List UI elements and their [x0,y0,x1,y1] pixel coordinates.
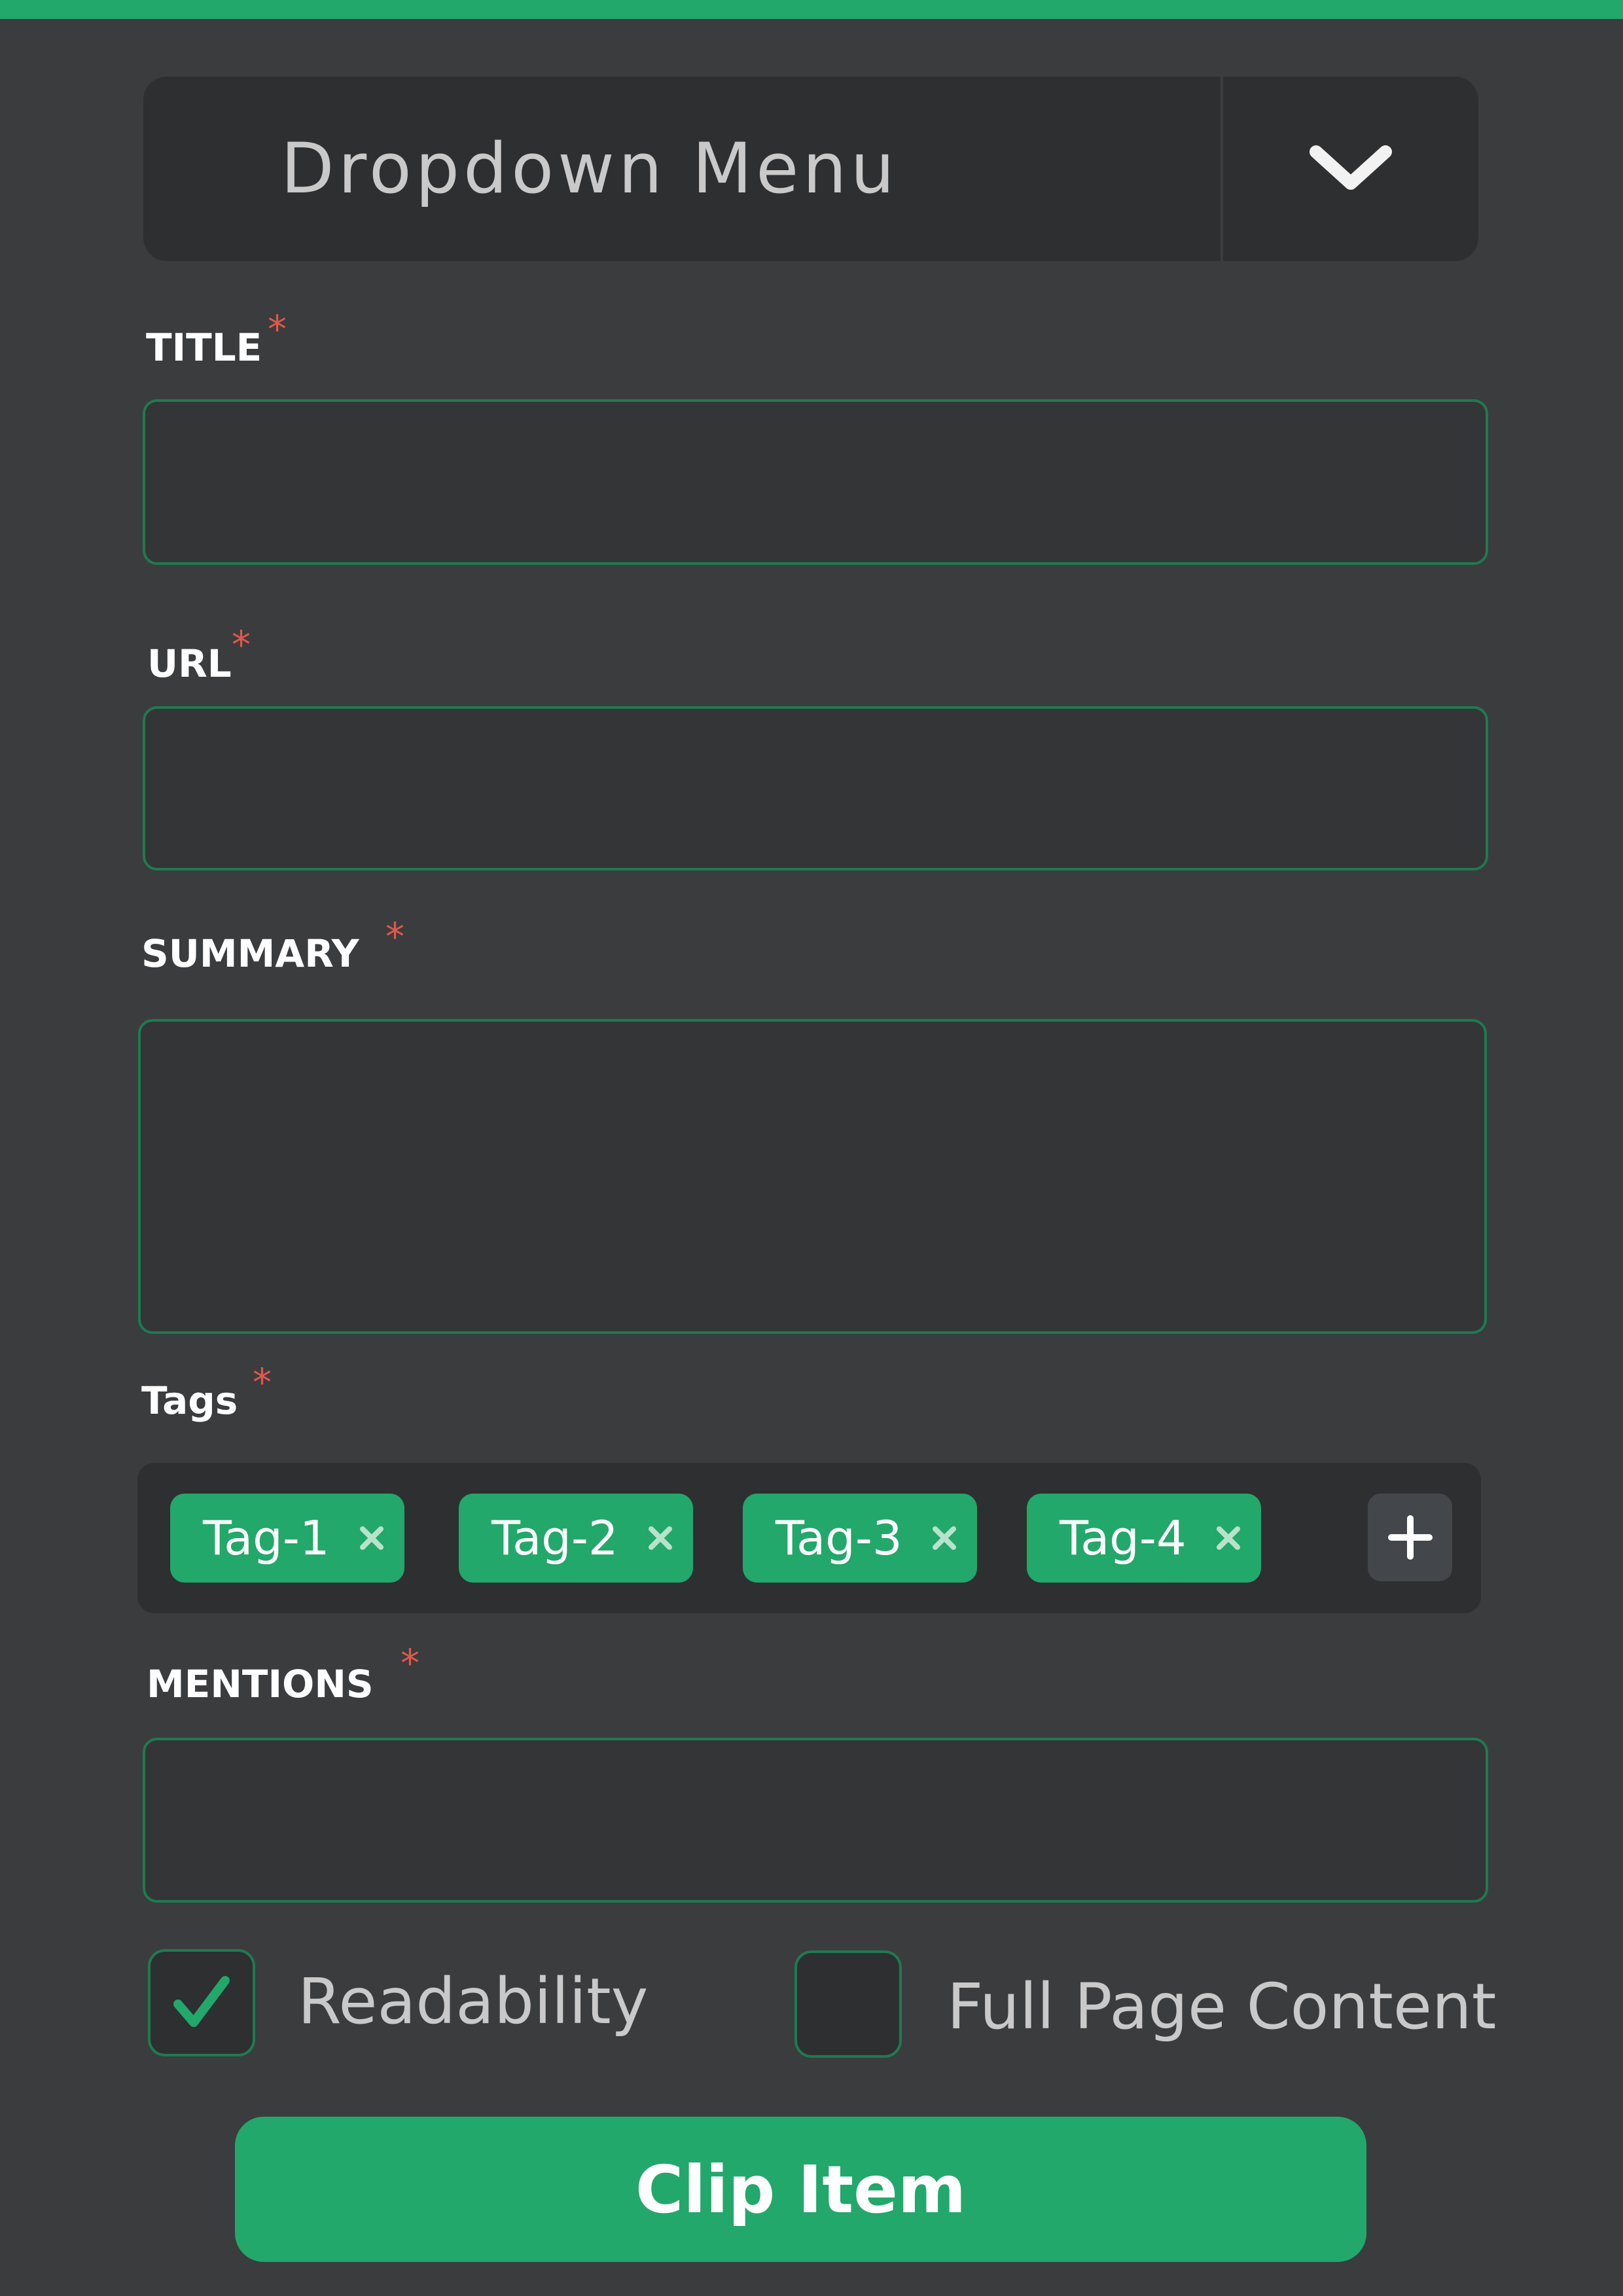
close-icon[interactable] [1214,1524,1243,1552]
summary-label: SUMMARY [141,931,359,976]
tags-required-mark: * [253,1360,272,1405]
tag-chip-4[interactable]: Tag-4 [1027,1494,1261,1583]
url-label: URL [147,641,232,686]
chevron-down-icon [1310,145,1392,190]
tag-label: Tag-2 [491,1511,618,1566]
clip-item-button[interactable]: Clip Item [235,2117,1366,2262]
tag-chip-1[interactable]: Tag-1 [170,1494,404,1583]
dropdown-menu[interactable]: Dropdown Menu [143,77,1478,261]
url-required-mark: * [232,622,251,667]
full-page-content-label[interactable]: Full Page Content [947,1975,1496,2038]
tags-label: Tags [141,1378,238,1423]
clipper-panel: Dropdown Menu TITLE * URL * SUMMARY * Ta… [0,0,1623,2296]
mentions-label: MENTIONS [147,1662,374,1706]
readability-label[interactable]: Readability [298,1970,648,2033]
title-required-mark: * [268,307,287,351]
tag-chip-2[interactable]: Tag-2 [459,1494,693,1583]
mentions-input[interactable] [143,1738,1488,1903]
tag-label: Tag-3 [776,1511,902,1566]
close-icon[interactable] [646,1524,675,1552]
tag-label: Tag-4 [1060,1511,1186,1566]
summary-textarea[interactable] [138,1019,1487,1334]
close-icon[interactable] [930,1524,959,1552]
full-page-content-checkbox[interactable] [794,1950,902,2058]
add-tag-button[interactable] [1368,1494,1452,1581]
accent-bar [0,0,1623,19]
dropdown-toggle-button[interactable] [1223,77,1478,261]
checkmark-icon [173,1976,230,2027]
mentions-required-mark: * [401,1641,419,1685]
tag-label: Tag-1 [203,1511,330,1566]
summary-required-mark: * [385,914,404,959]
tags-input-box: Tag-1 Tag-2 Tag-3 Tag-4 [137,1463,1481,1613]
dropdown-label: Dropdown Menu [281,128,899,209]
url-input[interactable] [143,706,1488,870]
plus-icon [1387,1515,1433,1560]
title-label: TITLE [146,325,262,370]
title-input[interactable] [143,399,1488,565]
tag-chip-3[interactable]: Tag-3 [743,1494,977,1583]
readability-checkbox[interactable] [148,1949,255,2056]
close-icon[interactable] [357,1524,386,1552]
